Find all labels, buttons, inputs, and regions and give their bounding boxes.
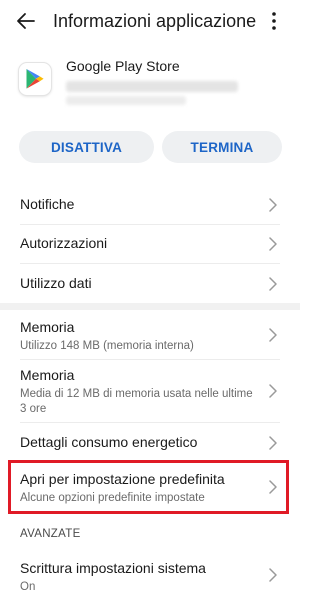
list-item-subtitle: Media di 12 MB di memoria usata nelle ul… <box>20 388 253 415</box>
top-app-bar: Informazioni applicazione <box>0 0 300 42</box>
list-item-autorizzazioni[interactable]: Autorizzazioni <box>0 225 300 263</box>
page-title: Informazioni applicazione <box>53 11 257 31</box>
chevron-right-icon <box>269 568 277 582</box>
list-item-label: Scrittura impostazioni sistema <box>20 560 206 576</box>
disable-button[interactable]: DISATTIVA <box>19 131 154 163</box>
app-info-header: Google Play Store <box>0 52 300 108</box>
app-name: Google Play Store <box>66 58 180 74</box>
list-item-memoria-ram[interactable]: Memoria Media di 12 MB di memoria usata … <box>0 360 300 422</box>
chevron-right-icon <box>269 237 277 251</box>
list-item-label: Autorizzazioni <box>20 235 108 251</box>
section-separator <box>0 303 300 310</box>
list-item-subtitle: On <box>20 581 36 593</box>
list-item-label: Memoria <box>20 367 75 383</box>
app-version-redacted <box>66 81 238 92</box>
chevron-right-icon <box>269 328 277 342</box>
list-item-utilizzo-dati[interactable]: Utilizzo dati <box>0 264 300 302</box>
arrow-left-icon <box>17 13 35 29</box>
app-icon <box>19 63 51 95</box>
list-item-label: Utilizzo dati <box>20 275 92 291</box>
chevron-right-icon <box>269 384 277 398</box>
list-item-label: Dettagli consumo energetico <box>20 434 198 450</box>
list-item-label: Memoria <box>20 319 75 335</box>
action-buttons: DISATTIVA TERMINA <box>0 131 300 163</box>
list-item-notifiche[interactable]: Notifiche <box>0 186 300 224</box>
chevron-right-icon <box>269 436 277 450</box>
list-item-dettagli-consumo[interactable]: Dettagli consumo energetico <box>0 423 300 461</box>
chevron-right-icon <box>269 277 277 291</box>
list-item-label: Notifiche <box>20 196 75 212</box>
chevron-right-icon <box>269 198 277 212</box>
list-item-memoria-archiviazione[interactable]: Memoria Utilizzo 148 MB (memoria interna… <box>0 311 300 359</box>
google-play-icon <box>26 69 44 89</box>
list-item-scrittura-impostazioni[interactable]: Scrittura impostazioni sistema On <box>0 551 300 595</box>
more-options-button[interactable] <box>266 9 282 33</box>
section-header-avanzate: AVANZATE <box>20 528 81 540</box>
force-stop-button[interactable]: TERMINA <box>162 131 282 163</box>
more-vertical-icon <box>272 12 276 30</box>
app-version-redacted-2 <box>66 96 186 105</box>
list-item-subtitle: Utilizzo 148 MB (memoria interna) <box>20 340 194 352</box>
highlight-box <box>8 460 289 514</box>
back-button[interactable] <box>14 9 38 33</box>
